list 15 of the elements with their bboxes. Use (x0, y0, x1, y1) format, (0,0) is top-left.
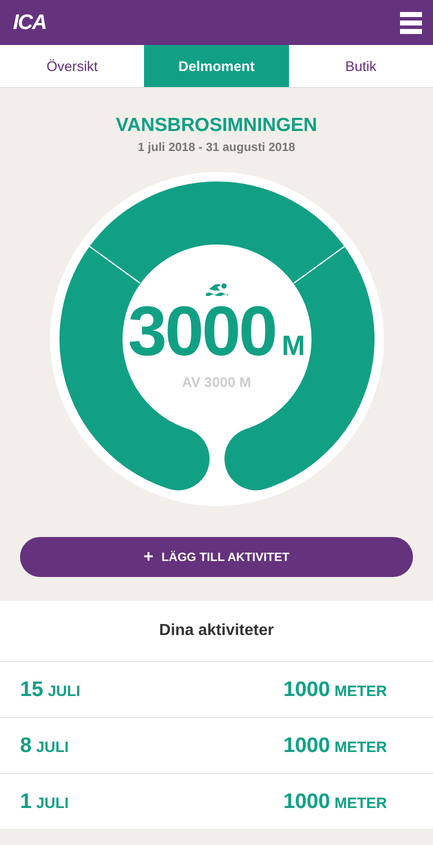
date-range: 1 juli 2018 - 31 augusti 2018 (138, 140, 296, 154)
add-activity-button[interactable]: + LÄGG TILL AKTIVITET (20, 537, 413, 577)
activity-distance: 1000 METER (283, 734, 387, 758)
distance-unit: M (282, 330, 306, 362)
activity-date: 15 JULI (20, 678, 80, 702)
challenge-title: VANSBROSIMNINGEN (116, 115, 318, 137)
activity-distance: 1000 METER (283, 790, 387, 814)
section-heading: Dina aktiviteter (0, 601, 433, 662)
logo[interactable]: ICA (13, 10, 46, 34)
activity-distance: 1000 METER (283, 678, 387, 702)
activity-date: 1 JULI (20, 790, 69, 814)
swimmer-icon (204, 282, 228, 296)
menu-icon[interactable] (400, 12, 422, 34)
distance-value: 3000 (128, 296, 276, 366)
activity-date: 8 JULI (20, 734, 69, 758)
